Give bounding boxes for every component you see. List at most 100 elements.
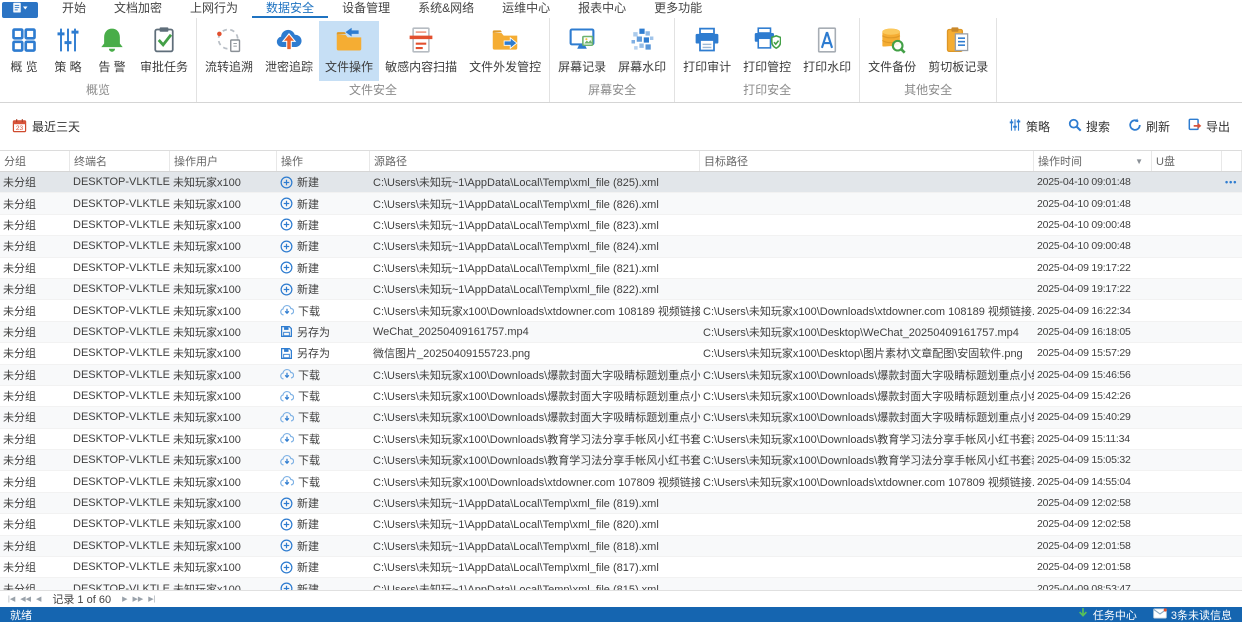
table-row-9[interactable]: 未分组DESKTOP-VLKTLE1未知玩家x100另存为微信图片_202504…	[0, 343, 1242, 364]
menu-tab-report-center[interactable]: 报表中心	[564, 0, 640, 18]
first-page-button[interactable]: |◀	[8, 591, 15, 608]
cell-source-path: C:\Users\未知玩家x100\Downloads\爆款封面大字吸睛标题划重…	[370, 407, 700, 427]
cell-extra	[1222, 215, 1242, 235]
menu-tab-data-security[interactable]: 数据安全	[252, 0, 328, 18]
menu-tab-device-manage[interactable]: 设备管理	[328, 0, 404, 18]
menu-tab-web-behavior[interactable]: 上网行为	[176, 0, 252, 18]
next-page-button[interactable]: ▶	[122, 591, 127, 608]
ribbon-group-other-security: 文件备份剪切板记录其他安全	[860, 18, 997, 102]
ribbon-item-print-control[interactable]: 打印管控	[737, 21, 797, 81]
table-row-12[interactable]: 未分组DESKTOP-VLKTLE1未知玩家x100下载C:\Users\未知玩…	[0, 407, 1242, 428]
ribbon-item-overview[interactable]: 概 览	[2, 21, 46, 81]
cell-extra	[1222, 386, 1242, 406]
ribbon-item-flow-trace[interactable]: 流转追溯	[199, 21, 259, 81]
cell-extra	[1222, 258, 1242, 278]
ribbon-item-screen-record[interactable]: 屏幕记录	[552, 21, 612, 81]
cell-usb	[1152, 365, 1222, 385]
table-row-5[interactable]: 未分组DESKTOP-VLKTLE1未知玩家x100新建C:\Users\未知玩…	[0, 258, 1242, 279]
export-button[interactable]: 导出	[1188, 118, 1230, 135]
table-row-15[interactable]: 未分组DESKTOP-VLKTLE1未知玩家x100下载C:\Users\未知玩…	[0, 471, 1242, 492]
policy-button[interactable]: 策略	[1008, 118, 1050, 135]
ribbon-item-file-backup[interactable]: 文件备份	[862, 21, 922, 81]
column-header-user[interactable]: 操作用户	[170, 151, 277, 171]
cell-target-path: C:\Users\未知玩家x100\Desktop\WeChat_2025040…	[700, 322, 1034, 342]
table-row-11[interactable]: 未分组DESKTOP-VLKTLE1未知玩家x100下载C:\Users\未知玩…	[0, 386, 1242, 407]
ribbon-item-screen-watermark[interactable]: 屏幕水印	[612, 21, 672, 81]
task-center-button[interactable]: 任务中心	[1077, 607, 1137, 622]
menu-tab-system-network[interactable]: 系统&网络	[404, 0, 488, 18]
column-header-label: 操作	[281, 153, 303, 169]
search-button[interactable]: 搜索	[1068, 118, 1110, 135]
table-row-14[interactable]: 未分组DESKTOP-VLKTLE1未知玩家x100下载C:\Users\未知玩…	[0, 450, 1242, 471]
ribbon-item-file-operations[interactable]: 文件操作	[319, 21, 379, 81]
cell-terminal: DESKTOP-VLKTLE1	[70, 343, 170, 363]
cell-user: 未知玩家x100	[170, 365, 277, 385]
ribbon-item-alert[interactable]: 告 警	[90, 21, 134, 81]
op-new-icon	[280, 176, 293, 189]
operation-label: 另存为	[297, 345, 330, 361]
prev-page-button[interactable]: ◀	[36, 591, 41, 608]
op-new-icon	[280, 283, 293, 296]
ribbon-item-label: 审批任务	[140, 58, 188, 75]
monitor-icon	[568, 25, 596, 55]
cell-operation: 新建	[277, 578, 370, 590]
table-row-8[interactable]: 未分组DESKTOP-VLKTLE1未知玩家x100另存为WeChat_2025…	[0, 322, 1242, 343]
folder-out-icon	[491, 25, 519, 55]
column-header-operation[interactable]: 操作	[277, 151, 370, 171]
ribbon-item-label: 策 略	[54, 58, 81, 75]
table-row-13[interactable]: 未分组DESKTOP-VLKTLE1未知玩家x100下载C:\Users\未知玩…	[0, 429, 1242, 450]
table-row-17[interactable]: 未分组DESKTOP-VLKTLE1未知玩家x100新建C:\Users\未知玩…	[0, 514, 1242, 535]
cell-terminal: DESKTOP-VLKTLE1	[70, 536, 170, 556]
prev-group-button[interactable]: ◀◀	[20, 591, 31, 608]
operation-label: 下载	[298, 367, 320, 383]
menu-tab-more-features[interactable]: 更多功能	[640, 0, 716, 18]
table-row-1[interactable]: 未分组DESKTOP-VLKTLE1未知玩家x100新建C:\Users\未知玩…	[0, 172, 1242, 193]
ribbon-item-policy[interactable]: 策 略	[46, 21, 90, 81]
table-row-19[interactable]: 未分组DESKTOP-VLKTLE1未知玩家x100新建C:\Users\未知玩…	[0, 557, 1242, 578]
cell-extra	[1222, 322, 1242, 342]
table-row-16[interactable]: 未分组DESKTOP-VLKTLE1未知玩家x100新建C:\Users\未知玩…	[0, 493, 1242, 514]
menu-tab-doc-encrypt[interactable]: 文档加密	[100, 0, 176, 18]
column-header-source-path[interactable]: 源路径	[370, 151, 700, 171]
column-header-label: 目标路径	[704, 153, 748, 169]
ribbon-item-print-watermark[interactable]: 打印水印	[797, 21, 857, 81]
cell-target-path: C:\Users\未知玩家x100\Downloads\爆款封面大字吸睛标题划重…	[700, 407, 1034, 427]
ribbon-item-clipboard-record[interactable]: 剪切板记录	[922, 21, 994, 81]
refresh-button[interactable]: 刷新	[1128, 118, 1170, 135]
next-group-button[interactable]: ▶▶	[132, 591, 143, 608]
date-range-filter[interactable]: 23 最近三天	[12, 118, 80, 136]
status-ready-label: 就绪	[10, 607, 32, 622]
table-row-6[interactable]: 未分组DESKTOP-VLKTLE1未知玩家x100新建C:\Users\未知玩…	[0, 279, 1242, 300]
column-header-terminal[interactable]: 终端名	[70, 151, 170, 171]
ribbon-item-print-audit[interactable]: 打印审计	[677, 21, 737, 81]
cell-time: 2025-04-09 15:57:29	[1034, 343, 1152, 363]
row-more-button[interactable]: •••	[1225, 177, 1237, 187]
menu-tab-ops-center[interactable]: 运维中心	[488, 0, 564, 18]
app-menu-button[interactable]	[2, 2, 38, 18]
cell-group: 未分组	[0, 279, 70, 299]
ribbon-group-print-security: 打印审计打印管控打印水印打印安全	[675, 18, 860, 102]
column-header-group[interactable]: 分组	[0, 151, 70, 171]
table-row-18[interactable]: 未分组DESKTOP-VLKTLE1未知玩家x100新建C:\Users\未知玩…	[0, 536, 1242, 557]
ribbon-item-approval-tasks[interactable]: 审批任务	[134, 21, 194, 81]
column-header-extra[interactable]	[1222, 151, 1242, 171]
cell-operation: 下载	[277, 300, 370, 320]
ribbon-item-sensitive-content-scan[interactable]: 敏感内容扫描	[379, 21, 463, 81]
table-row-3[interactable]: 未分组DESKTOP-VLKTLE1未知玩家x100新建C:\Users\未知玩…	[0, 215, 1242, 236]
ribbon-item-leak-trace[interactable]: 泄密追踪	[259, 21, 319, 81]
filter-caret-icon[interactable]: ▼	[1135, 157, 1147, 166]
unread-messages-button[interactable]: 3条未读信息	[1153, 607, 1232, 622]
table-row-4[interactable]: 未分组DESKTOP-VLKTLE1未知玩家x100新建C:\Users\未知玩…	[0, 236, 1242, 257]
menu-tab-start[interactable]: 开始	[48, 0, 100, 18]
ribbon-item-file-outgoing-control[interactable]: 文件外发管控	[463, 21, 547, 81]
cell-usb	[1152, 536, 1222, 556]
table-row-2[interactable]: 未分组DESKTOP-VLKTLE1未知玩家x100新建C:\Users\未知玩…	[0, 193, 1242, 214]
column-header-usb[interactable]: U盘	[1152, 151, 1222, 171]
column-header-time[interactable]: 操作时间▼	[1034, 151, 1152, 171]
last-page-button[interactable]: ▶|	[148, 591, 155, 608]
table-row-7[interactable]: 未分组DESKTOP-VLKTLE1未知玩家x100下载C:\Users\未知玩…	[0, 300, 1242, 321]
cell-terminal: DESKTOP-VLKTLE1	[70, 365, 170, 385]
column-header-target-path[interactable]: 目标路径	[700, 151, 1034, 171]
table-row-20[interactable]: 未分组DESKTOP-VLKTLE1未知玩家x100新建C:\Users\未知玩…	[0, 578, 1242, 590]
table-row-10[interactable]: 未分组DESKTOP-VLKTLE1未知玩家x100下载C:\Users\未知玩…	[0, 365, 1242, 386]
